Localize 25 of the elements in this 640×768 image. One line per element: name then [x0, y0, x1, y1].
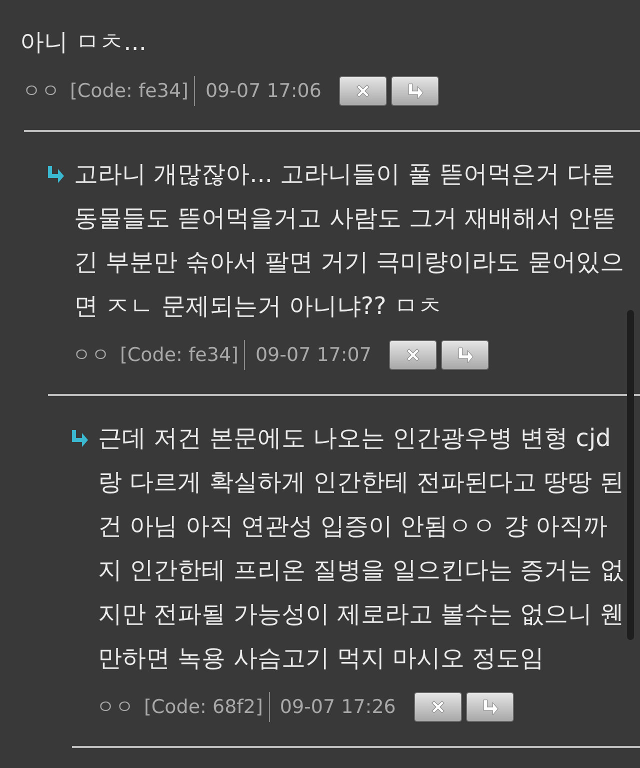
close-icon: [430, 699, 446, 715]
reply-arrow-icon: [406, 83, 424, 99]
comment-text: 고라니 개많잖아... 고라니들이 풀 뜯어먹은거 다른 동물들도 뜯어먹을거고 사람도 그거 재배해서 안뜯긴 부분만 솎아서 팔면 거기 극미량이라도 묻어있으면 ㅈㄴ 문제되는거 아니냐?? ㅁㅊ: [74, 159, 624, 322]
author-name: ㅇㅇ: [72, 343, 110, 368]
reply-button[interactable]: [391, 76, 440, 106]
author-name: ㅇㅇ: [96, 695, 134, 720]
user-code: [Code: fe34]: [70, 80, 188, 102]
scrollbar[interactable]: [627, 310, 634, 640]
reply-button[interactable]: [466, 692, 514, 722]
author-name: ㅇㅇ: [22, 79, 60, 104]
delete-button[interactable]: [414, 692, 462, 722]
close-icon: [355, 83, 372, 99]
timestamp: 09-07 17:06: [205, 80, 322, 102]
reply-button[interactable]: [441, 340, 490, 370]
comment-text: 근데 저건 본문에도 나오는 인간광우병 변형 cjd랑 다르게 확실하게 인간한테 전파된다고 땅땅 된건 아님 아직 연관성 입증이 안됨ㅇㅇ 걍 아직까지 인간한테 프리온 질병을 일으킨다는 증거는 없지만 전파될 가능성이 제로라고 볼수는 없으니 웬만하면 녹용 사슴고기 먹지 마시오 정도임: [98, 423, 624, 674]
user-code: [Code: fe34]: [120, 344, 238, 366]
reply-arrow-icon: [456, 347, 474, 363]
reply-arrow-icon: [480, 699, 499, 715]
timestamp: 09-07 17:26: [280, 696, 396, 718]
comment-text: 아니 ㅁㅊ...: [20, 27, 147, 58]
user-code: [Code: 68f2]: [144, 696, 263, 718]
delete-button[interactable]: [339, 76, 388, 106]
timestamp: 09-07 17:07: [255, 344, 372, 366]
close-icon: [405, 347, 422, 363]
delete-button[interactable]: [389, 340, 438, 370]
